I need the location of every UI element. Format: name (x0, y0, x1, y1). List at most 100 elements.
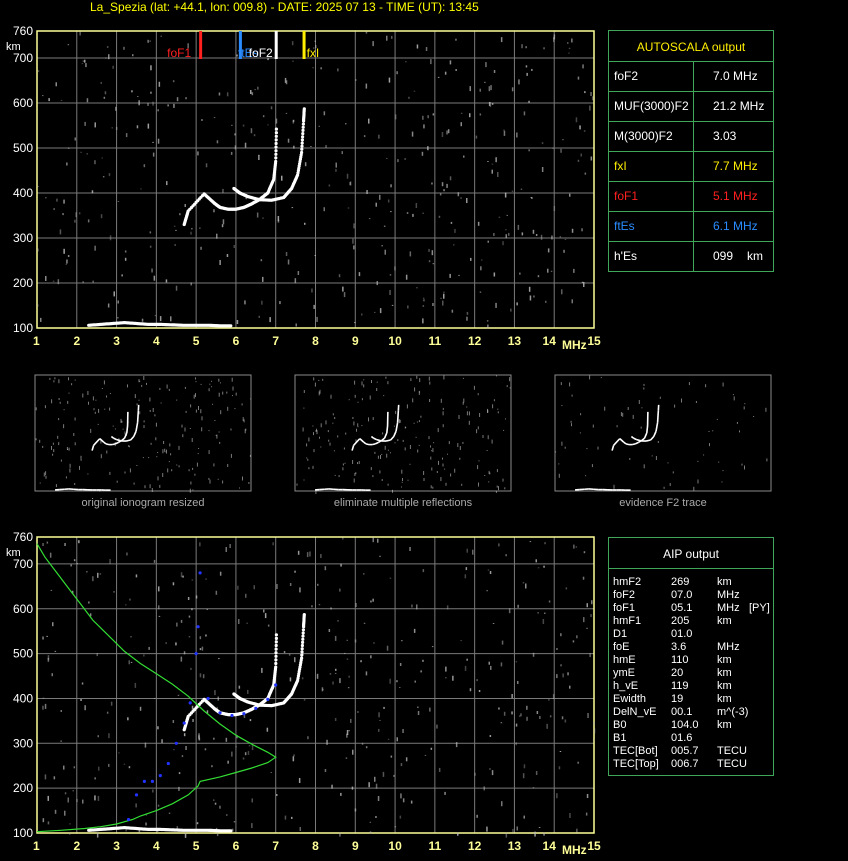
noise-dot (127, 717, 129, 721)
thumbnail-noise (159, 387, 161, 390)
thumbnail-noise (157, 452, 159, 453)
noise-dot (45, 197, 47, 199)
thumbnail-noise (353, 478, 355, 483)
thumbnail-noise (450, 473, 452, 477)
noise-dot (218, 658, 220, 660)
thumbnail-noise (703, 454, 705, 456)
noise-dot (234, 133, 236, 136)
thumbnail-noise (354, 394, 356, 398)
noise-dot (128, 660, 130, 665)
thumbnail-noise (708, 431, 710, 432)
thumbnail-noise (503, 429, 505, 431)
thumbnail-noise (308, 467, 310, 470)
thumbnail-noise (42, 445, 44, 448)
noise-dot (175, 642, 177, 646)
noise-dot (60, 740, 62, 742)
noise-dot (180, 656, 183, 662)
autoscala-col-divider (693, 181, 694, 211)
noise-dot (393, 774, 395, 777)
noise-dot (464, 665, 467, 671)
thumbnail-noise (201, 416, 203, 421)
noise-dot (249, 719, 252, 722)
noise-dot (294, 657, 296, 663)
thumbnail-noise (220, 410, 222, 415)
noise-dot (420, 670, 422, 673)
thumbnail-noise (116, 480, 118, 483)
thumbnail-noise (416, 375, 418, 379)
thumbnail-noise (506, 385, 508, 388)
thumbnail-noise (51, 399, 53, 404)
thumbnail-noise (466, 411, 468, 416)
noise-dot (298, 778, 301, 783)
noise-dot (347, 207, 350, 209)
aip-label: B0 (613, 719, 627, 731)
thumbnail-noise (709, 443, 710, 447)
noise-dot (351, 786, 354, 790)
noise-dot (505, 229, 507, 231)
thumbnail-noise (88, 401, 89, 405)
noise-dot (528, 149, 530, 152)
noise-dot (579, 125, 581, 130)
noise-dot (60, 99, 63, 101)
noise-dot (277, 216, 280, 221)
noise-dot (413, 628, 416, 633)
thumbnail-noise (423, 471, 425, 475)
thumbnail-noise (193, 394, 195, 399)
noise-dot (230, 151, 233, 155)
noise-dot (214, 690, 216, 696)
noise-dot (387, 199, 390, 203)
aip-value: 269 (671, 576, 690, 588)
noise-dot (178, 772, 181, 775)
thumbnail-noise (445, 482, 447, 486)
noise-dot (329, 673, 332, 675)
autoscala-label-3: fxI (614, 159, 627, 173)
thumbnail-noise (440, 398, 442, 403)
thumbnail-noise (208, 388, 210, 392)
thumbnail-noise (141, 384, 143, 387)
thumbnail-noise (176, 399, 178, 401)
noise-dot (213, 209, 215, 213)
thumbnail-noise (478, 460, 480, 462)
noise-dot (493, 272, 496, 277)
thumbnail-noise (315, 430, 317, 432)
thumbnail-noise (509, 377, 511, 382)
noise-dot (382, 771, 385, 777)
noise-dot (175, 229, 177, 231)
noise-dot (346, 658, 349, 660)
fit-trace-point (126, 817, 131, 822)
thumbnail-noise (395, 410, 397, 414)
autoscala-row-divider (609, 61, 773, 62)
noise-dot (504, 192, 507, 198)
noise-dot (323, 207, 325, 212)
noise-dot (96, 832, 99, 838)
thumbnail-noise (716, 418, 718, 420)
noise-dot (226, 254, 229, 257)
thumbnail-noise (430, 485, 432, 489)
noise-dot (491, 169, 493, 174)
noise-dot (80, 151, 82, 153)
noise-dot (86, 98, 89, 103)
thumbnail-noise (320, 423, 322, 428)
thumbnail-noise (353, 421, 355, 426)
thumbnail-noise (369, 395, 371, 400)
thumbnail-noise (741, 463, 743, 466)
autoscala-value-5: 6.1 MHz (713, 219, 758, 233)
thumbnail-noise (55, 484, 57, 488)
noise-dot (378, 728, 380, 732)
thumbnail-noise (159, 484, 161, 488)
noise-dot (253, 585, 255, 590)
thumbnail-noise (239, 487, 240, 489)
fit-trace-point (254, 706, 258, 710)
noise-dot (81, 63, 84, 65)
thumbnail-noise (312, 465, 314, 469)
noise-dot (365, 83, 368, 89)
noise-dot (293, 145, 295, 149)
noise-dot (215, 827, 218, 829)
noise-dot (583, 130, 586, 132)
thumbnail-noise (57, 435, 59, 439)
y-tick-label: 300 (13, 736, 33, 750)
noise-dot (391, 35, 393, 39)
thumbnail-noise (302, 427, 304, 432)
thumbnail-noise (444, 468, 446, 470)
thumbnail-noise (431, 450, 433, 452)
